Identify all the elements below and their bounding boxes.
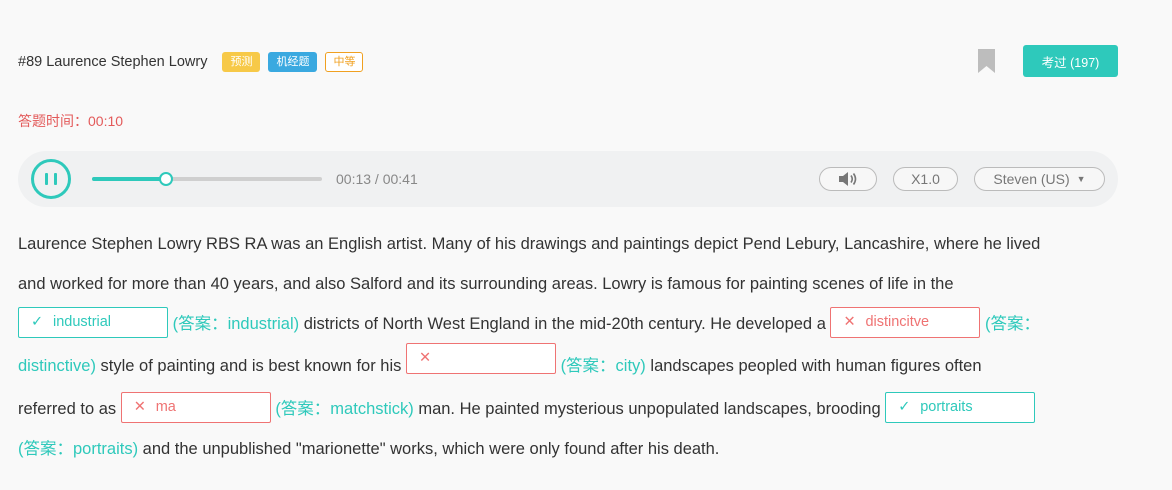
audio-progress-handle[interactable] <box>158 172 173 186</box>
tag-difficulty: 中等 <box>325 52 364 72</box>
playback-speed-button[interactable]: X1.0 <box>893 167 958 191</box>
tag-prediction: 预测 <box>222 52 261 72</box>
check-icon: ✓ <box>31 314 44 331</box>
passage-text: and worked for more than 40 years, and a… <box>18 275 954 293</box>
passage-line: and worked for more than 40 years, and a… <box>18 264 1118 304</box>
passage-line: referred to as ✕ ma (答案：matchstick) man. … <box>18 389 1118 429</box>
pause-button[interactable] <box>31 159 71 199</box>
passage-line: Laurence Stephen Lowry RBS RA was an Eng… <box>18 224 1118 264</box>
question-header: #89 Laurence Stephen Lowry 预测 机经题 中等 <box>18 50 371 74</box>
passage-text: style of painting and is best known for … <box>95 357 406 375</box>
cross-icon: ✕ <box>418 350 432 367</box>
answer-timer: 答题时间：00:10 <box>18 113 124 129</box>
correct-answer: distinctive) <box>18 357 96 375</box>
playback-time: 00:13 / 00:41 <box>336 171 418 187</box>
voice-select[interactable]: Steven (US) ▼ <box>974 167 1105 191</box>
check-icon: ✓ <box>898 399 911 416</box>
correct-answer: (答案：industrial) <box>172 315 300 333</box>
question-title: #89 Laurence Stephen Lowry <box>18 54 208 70</box>
tag-exam-question: 机经题 <box>268 52 318 72</box>
pause-icon <box>45 173 48 185</box>
passage-text: referred to as <box>18 400 121 418</box>
passage-text: and the unpublished "marionette" works, … <box>138 440 720 458</box>
answer-blank-2[interactable]: ✕ distincitve <box>830 307 981 339</box>
cross-icon: ✕ <box>843 314 856 331</box>
passage-line: ✓ industrial (答案：industrial) districts of… <box>18 304 1118 344</box>
audio-player: 00:13 / 00:41 X1.0 Steven (US) ▼ <box>18 151 1118 207</box>
bookmark-icon[interactable] <box>978 49 995 73</box>
blank-value: portraits <box>920 399 973 416</box>
passage: Laurence Stephen Lowry RBS RA was an Eng… <box>18 224 1118 469</box>
voice-select-value: Steven (US) <box>993 171 1070 187</box>
passage-text: man. He painted mysterious unpopulated l… <box>413 400 886 418</box>
passage-text: landscapes peopled with human figures of… <box>645 357 982 375</box>
blank-value: ma <box>155 399 176 416</box>
blank-value: distincitve <box>865 314 930 331</box>
correct-answer: (答案：matchstick) <box>275 400 414 418</box>
blank-value: industrial <box>53 314 112 331</box>
passage-text: Laurence Stephen Lowry RBS RA was an Eng… <box>18 235 1041 253</box>
volume-button[interactable] <box>819 167 877 191</box>
audio-progress-track[interactable] <box>92 172 322 186</box>
audio-progress-fill <box>92 177 166 181</box>
caret-down-icon: ▼ <box>1076 174 1086 184</box>
correct-answer: (答案：portraits) <box>18 440 139 458</box>
cross-icon: ✕ <box>133 399 146 416</box>
answer-blank-5[interactable]: ✓ portraits <box>885 392 1036 424</box>
passed-count-button[interactable]: 考过 (197) <box>1023 45 1118 77</box>
speaker-icon <box>839 172 857 186</box>
pause-icon-bar <box>54 173 57 185</box>
passage-line: (答案：portraits) and the unpublished "mari… <box>18 429 1118 469</box>
correct-answer: (答案： <box>985 315 1041 333</box>
answer-blank-4[interactable]: ✕ ma <box>120 392 271 424</box>
correct-answer: (答案：city) <box>560 357 646 375</box>
answer-blank-3[interactable]: ✕ <box>405 343 556 375</box>
answer-blank-1[interactable]: ✓ industrial <box>18 307 168 339</box>
passage-line: distinctive) style of painting and is be… <box>18 343 1118 389</box>
passage-text: districts of North West England in the m… <box>299 315 831 333</box>
